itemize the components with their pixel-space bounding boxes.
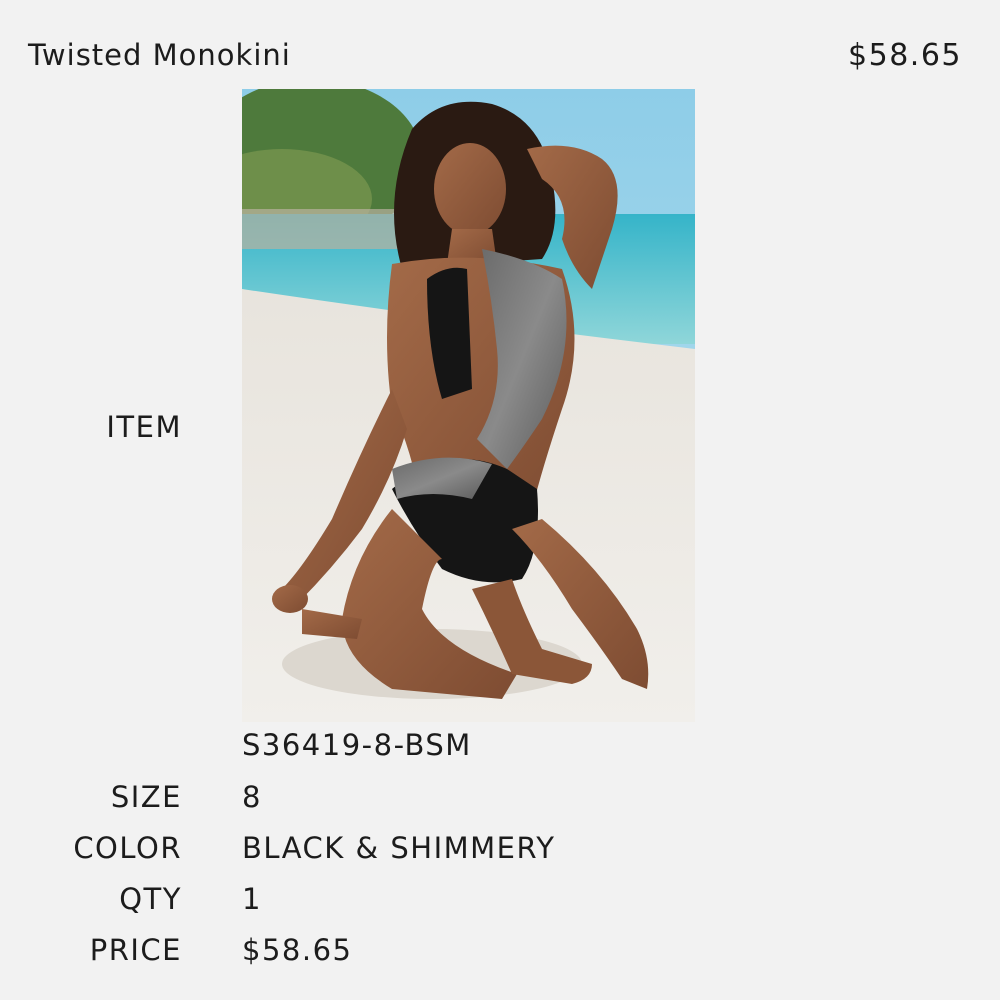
price-label: PRICE (89, 933, 182, 967)
product-price: $58.65 (848, 38, 962, 73)
product-name[interactable]: Twisted Monokini (28, 38, 291, 72)
color-value: BLACK & SHIMMERY (242, 831, 556, 865)
size-value: 8 (242, 780, 262, 814)
item-sku: S36419-8-BSM (242, 728, 472, 762)
order-item-view: Twisted Monokini $58.65 ITEM S36419-8-BS… (0, 0, 1000, 1000)
color-label: COLOR (73, 831, 182, 865)
size-label: SIZE (110, 780, 182, 814)
qty-value: 1 (242, 882, 262, 916)
product-photo[interactable] (242, 89, 695, 722)
item-label: ITEM (106, 410, 182, 444)
price-value: $58.65 (242, 933, 353, 967)
qty-label: QTY (119, 882, 182, 916)
